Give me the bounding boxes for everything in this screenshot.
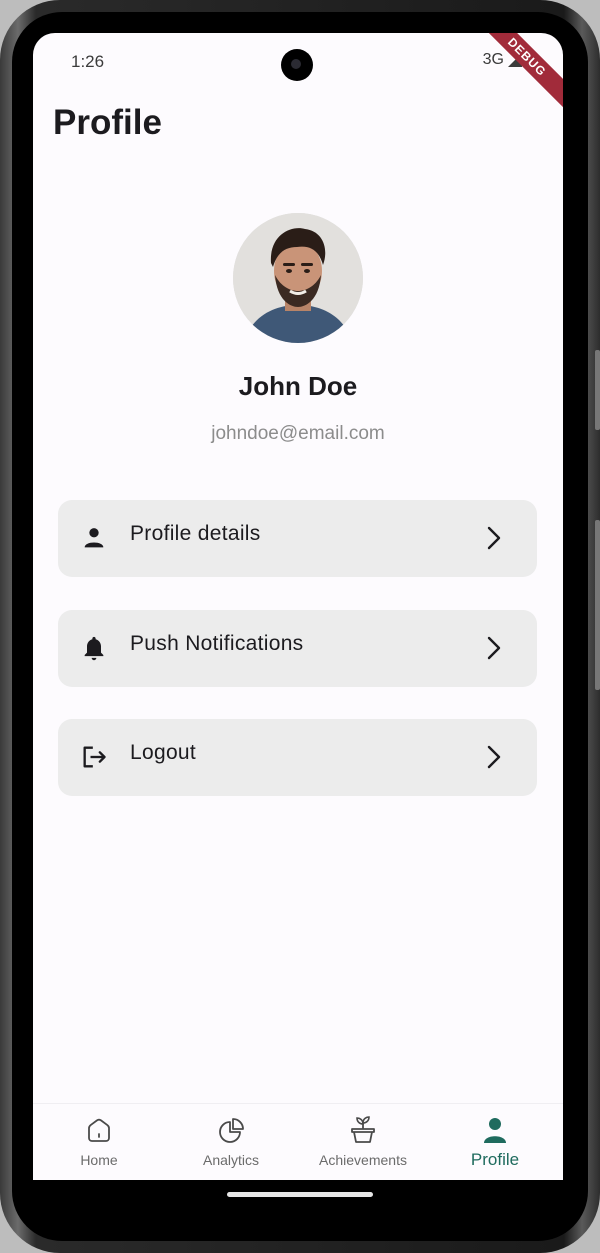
- menu-item-label: Push Notifications: [130, 632, 304, 655]
- avatar: [233, 213, 363, 343]
- home-indicator[interactable]: [227, 1192, 373, 1197]
- phone-frame: 1:26 3G DEBUG Profile John Doe johndoe@e…: [0, 0, 600, 1253]
- menu-item-profile-details[interactable]: Profile details: [58, 500, 537, 577]
- chevron-right-icon: [487, 745, 501, 769]
- bell-icon: [84, 636, 104, 661]
- person-icon: [484, 1118, 506, 1143]
- person-icon: [84, 528, 104, 548]
- volume-button: [595, 350, 600, 430]
- network-type: 3G: [482, 51, 504, 68]
- pie-chart-icon: [219, 1118, 244, 1143]
- power-button: [595, 520, 600, 690]
- bottom-navigation: Home Analytics Achievements Profile: [33, 1103, 563, 1180]
- menu-item-label: Profile details: [130, 522, 261, 545]
- menu-item-push-notifications[interactable]: Push Notifications: [58, 610, 537, 687]
- nav-item-home[interactable]: Home: [33, 1104, 165, 1180]
- nav-label: Analytics: [202, 1152, 260, 1168]
- nav-item-achievements[interactable]: Achievements: [297, 1104, 429, 1180]
- app-screen: 1:26 3G DEBUG Profile John Doe johndoe@e…: [33, 33, 563, 1180]
- front-camera: [281, 49, 313, 81]
- avatar-portrait-icon: [233, 213, 363, 343]
- status-time: 1:26: [71, 52, 105, 71]
- nav-label: Home: [80, 1152, 118, 1168]
- nav-item-profile[interactable]: Profile: [429, 1104, 561, 1180]
- plant-pot-icon: [351, 1116, 375, 1143]
- chevron-right-icon: [487, 636, 501, 660]
- nav-item-analytics[interactable]: Analytics: [165, 1104, 297, 1180]
- debug-banner: DEBUG: [470, 33, 563, 114]
- user-name: John Doe: [238, 371, 358, 401]
- home-icon: [88, 1118, 110, 1142]
- chevron-right-icon: [487, 526, 501, 550]
- nav-label: Achievements: [319, 1152, 407, 1168]
- menu-item-logout[interactable]: Logout: [58, 719, 537, 796]
- logout-icon: [83, 746, 106, 768]
- status-bar: 1:26 3G DEBUG: [33, 33, 563, 114]
- nav-label: Profile: [470, 1150, 520, 1169]
- page-title: Profile: [53, 103, 162, 142]
- menu-item-label: Logout: [130, 741, 197, 764]
- user-email: johndoe@email.com: [211, 423, 385, 444]
